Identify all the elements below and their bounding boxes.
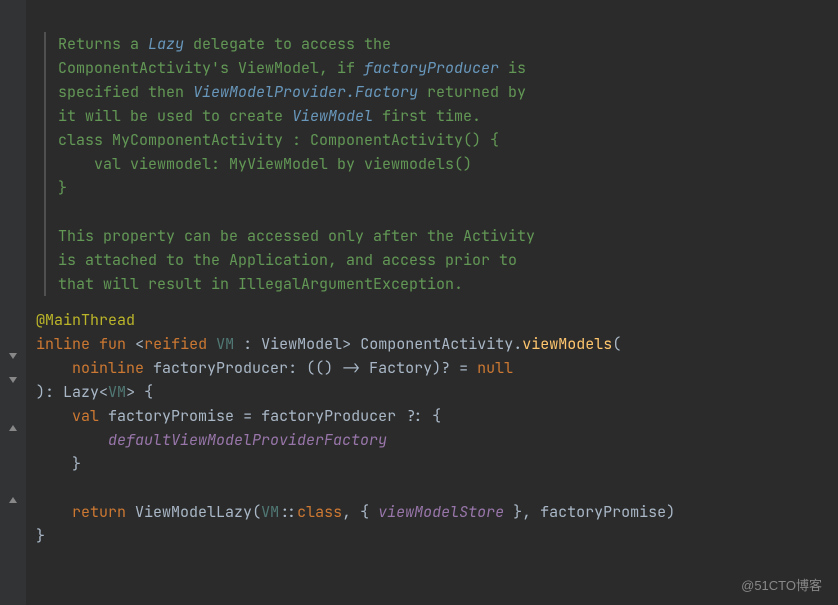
doc-code-line: val viewmodel: MyViewModel by viewmodels… (58, 152, 828, 176)
doc-text: ComponentActivity's ViewModel, if (58, 58, 364, 78)
signature-line: inline fun <reified VM : ViewModel> Comp… (36, 332, 828, 356)
doc-text: specified then (58, 82, 193, 102)
editor-gutter (0, 0, 26, 605)
doc-code-line: } (58, 176, 828, 200)
val-line: val factoryPromise = factoryProducer ?: … (36, 404, 828, 428)
doc-text: is attached to the Application, and acce… (58, 248, 828, 272)
editor-content[interactable]: Returns a Lazy delegate to access the Com… (26, 0, 838, 605)
doc-code-line: class MyComponentActivity : ComponentAct… (58, 128, 828, 152)
doc-text: delegate to access the (184, 34, 391, 54)
closing-brace: } (36, 524, 828, 548)
doc-text: that will result in IllegalArgumentExcep… (58, 272, 828, 296)
brace-line: } (36, 452, 828, 476)
doc-link-factoryproducer[interactable]: factoryProducer (364, 58, 499, 78)
fold-marker[interactable] (0, 368, 26, 392)
doc-text: This property can be accessed only after… (58, 224, 828, 248)
doc-text: it will be used to create (58, 106, 292, 126)
doc-link-vmpfactory[interactable]: ViewModelProvider.Factory (193, 82, 418, 102)
doc-link-viewmodel[interactable]: ViewModel (292, 106, 373, 126)
annotation-line: @MainThread (36, 308, 828, 332)
fold-marker[interactable] (0, 488, 26, 512)
doc-text: returned by (418, 82, 526, 102)
doc-text: first time. (373, 106, 481, 126)
code-editor: Returns a Lazy delegate to access the Com… (0, 0, 838, 605)
fold-marker[interactable] (0, 344, 26, 368)
default-factory-line: defaultViewModelProviderFactory (36, 428, 828, 452)
doc-link-lazy[interactable]: Lazy (148, 34, 184, 54)
return-line: return ViewModelLazy(VM::class, { viewMo… (36, 500, 828, 524)
doc-text: is (499, 58, 526, 78)
param-line: noinline factoryProducer: (() -> Factory… (36, 356, 828, 380)
func-viewmodels: viewModels (522, 334, 612, 354)
fold-marker[interactable] (0, 416, 26, 440)
watermark: @51CTO博客 (741, 576, 822, 597)
annotation-mainthread: @MainThread (36, 310, 135, 330)
doc-text: Returns a (58, 34, 148, 54)
kdoc-block: Returns a Lazy delegate to access the Com… (44, 32, 828, 296)
return-type-line: ): Lazy<VM> { (36, 380, 828, 404)
